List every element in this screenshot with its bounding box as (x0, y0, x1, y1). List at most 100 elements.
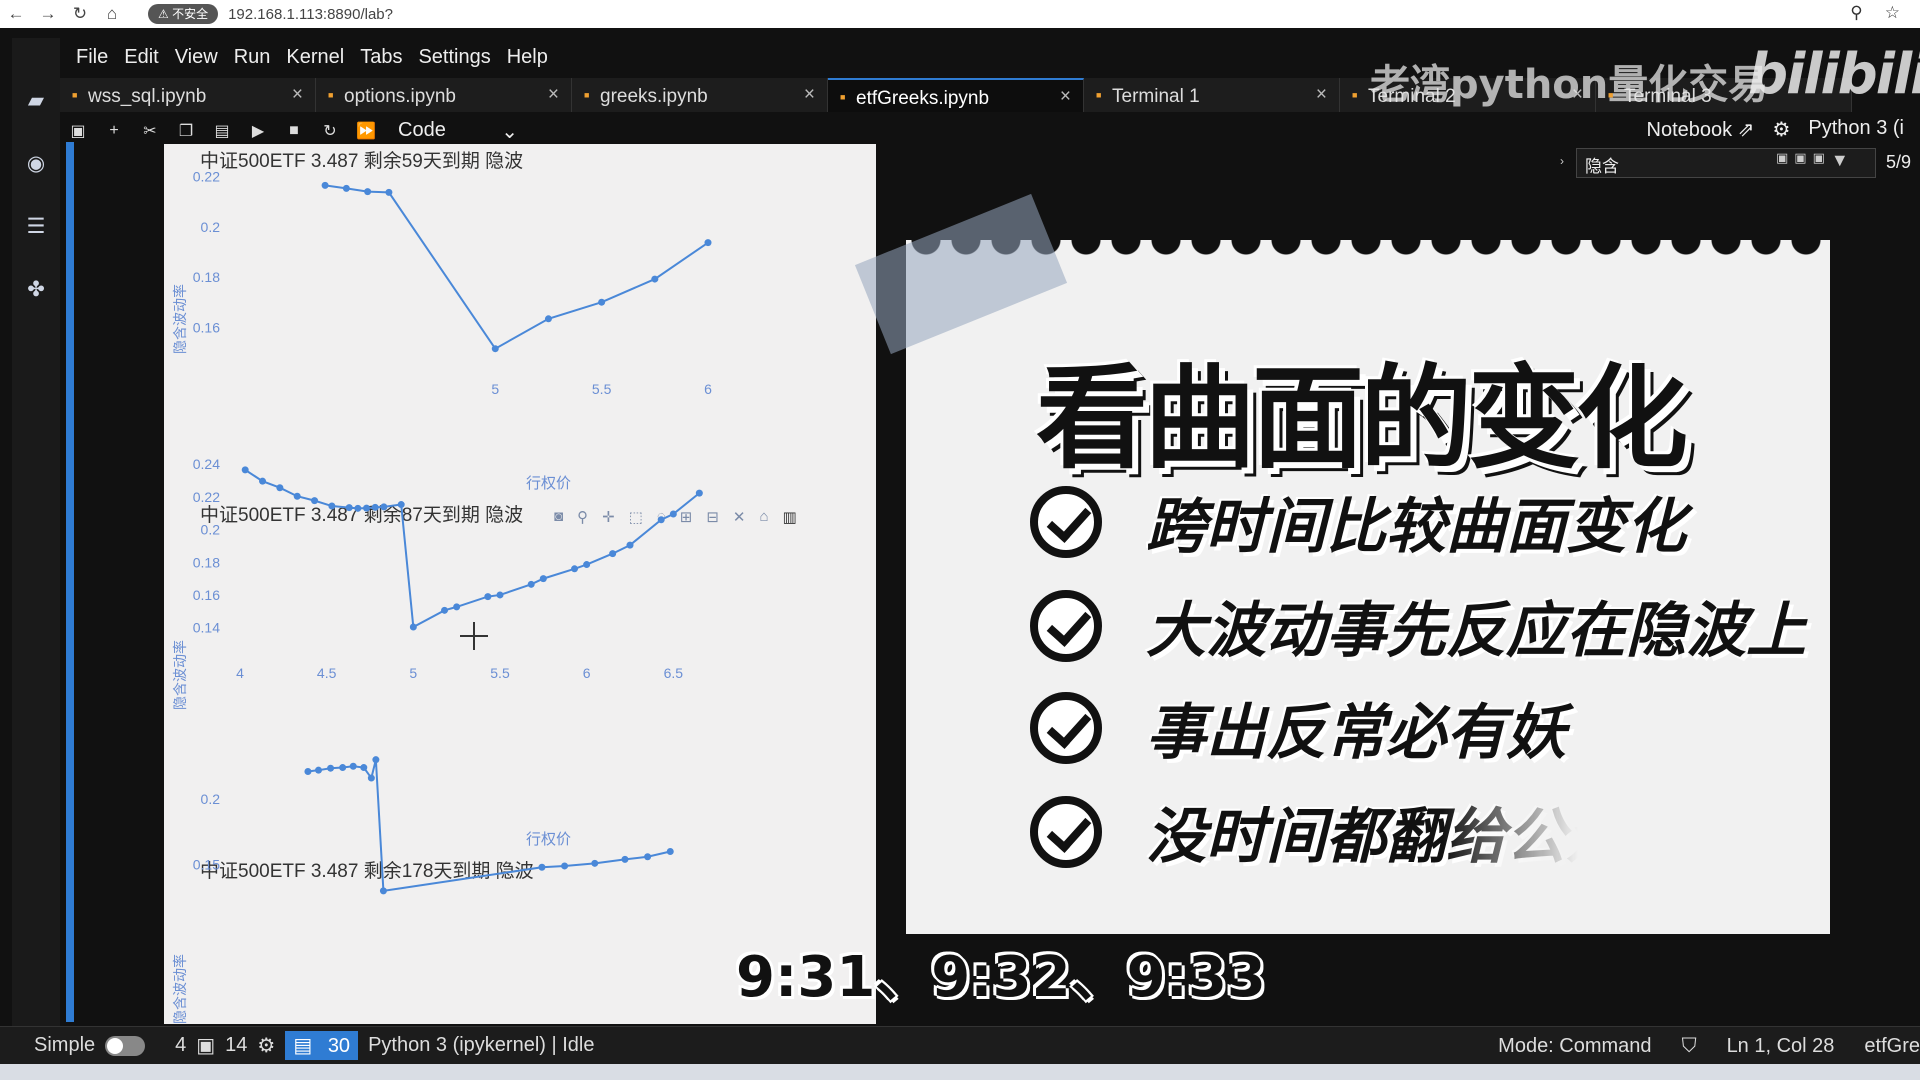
checkmark-icon (1030, 485, 1102, 558)
find-expand-icon[interactable]: › (1560, 154, 1564, 168)
checklist-text: 没时间都翻给公众号 (1146, 802, 1686, 872)
gear-icon: ⚙ (257, 1035, 276, 1057)
y-tick-label: 0.18 (193, 269, 220, 285)
cell-output: 中证500ETF 3.487 剩余59天到期 隐波 中证500ETF 3.487… (164, 144, 876, 1024)
copy-icon[interactable]: ❐ (168, 121, 204, 141)
notebook-icon: ■ (328, 90, 334, 100)
x-tick-label: 6.5 (664, 665, 684, 681)
x-tick-label: 5 (409, 665, 417, 681)
data-point (527, 580, 535, 588)
forward-icon[interactable]: → (32, 4, 64, 24)
data-point (539, 575, 547, 583)
cell-collapser[interactable] (66, 142, 74, 1022)
kernel-status[interactable]: Python 3 (ipykernel) | Idle (368, 1034, 594, 1057)
close-icon[interactable]: × (1316, 84, 1327, 106)
address-bar[interactable]: 192.168.1.113:8890/lab? (228, 6, 393, 23)
menu-view[interactable]: View (175, 46, 218, 69)
notebook-toolbar: ▣ + ✂ ❐ ▤ ▶ ■ ↻ ⏩ Code ⌄ Notebook ⇗ ⚙ Pyt… (60, 114, 1920, 148)
notebook-link[interactable]: Notebook ⇗ (1647, 117, 1755, 142)
cut-icon[interactable]: ✂ (132, 121, 168, 141)
menu-run[interactable]: Run (234, 46, 271, 69)
close-icon[interactable]: × (1060, 86, 1071, 108)
simple-mode-toggle[interactable] (105, 1035, 146, 1056)
data-point (609, 550, 617, 558)
cursor-position[interactable]: Ln 1, Col 28 (1727, 1035, 1835, 1058)
line-count-badge[interactable]: ▤ 30 (285, 1031, 359, 1060)
paste-icon[interactable]: ▤ (204, 121, 240, 141)
tab-greeks[interactable]: ■ greeks.ipynb × (572, 78, 828, 112)
data-point (372, 756, 380, 764)
close-icon[interactable]: × (292, 84, 303, 106)
menu-settings[interactable]: Settings (418, 46, 490, 69)
menu-help[interactable]: Help (507, 46, 548, 69)
data-point (371, 503, 379, 511)
extension-icon[interactable]: ✤ (27, 277, 45, 302)
run-icon[interactable]: ▶ (240, 121, 276, 141)
menu-kernel[interactable]: Kernel (286, 46, 344, 69)
close-icon[interactable]: × (804, 84, 815, 106)
toc-icon[interactable]: ☰ (27, 214, 46, 239)
fast-forward-icon[interactable]: ⏩ (348, 121, 384, 141)
shield-icon[interactable]: ⛉ (1682, 1035, 1697, 1058)
tab-etfgreeks[interactable]: ■ etfGreeks.ipynb × (828, 78, 1084, 112)
regex-icon[interactable]: ▣ (1776, 150, 1788, 171)
stop-icon[interactable]: ■ (276, 122, 312, 140)
data-point (276, 484, 284, 492)
cell-type-select[interactable]: Code ⌄ (398, 119, 518, 144)
terminal-icon: ■ (1096, 90, 1102, 100)
data-point (626, 541, 634, 549)
x-tick-label: 4 (236, 665, 244, 681)
line-count: 30 (327, 1035, 351, 1057)
data-point (349, 762, 357, 770)
menu-edit[interactable]: Edit (124, 46, 158, 69)
terminal-icon: ▣ (196, 1035, 216, 1057)
menu-file[interactable]: File (76, 46, 108, 69)
add-cell-icon[interactable]: + (96, 122, 132, 140)
terminal-icon: ■ (1352, 90, 1358, 100)
terminals-count[interactable]: 4 (175, 1034, 186, 1057)
running-icon[interactable]: ◉ (27, 151, 45, 176)
checkmark-icon (1030, 795, 1102, 868)
left-sidebar: ▰ ◉ ☰ ✤ (12, 38, 60, 1064)
tab-label: etfGreeks.ipynb (856, 88, 990, 109)
checklist-item: 跨时间比较曲面变化 (1030, 478, 1686, 565)
data-point (342, 184, 350, 192)
save-icon[interactable]: ▣ (60, 121, 96, 141)
restart-icon[interactable]: ↻ (312, 121, 348, 141)
match-case-icon[interactable]: ▣ (1794, 150, 1806, 171)
data-point (367, 774, 375, 782)
kernel-name[interactable]: Python 3 (i (1808, 117, 1904, 142)
data-point (241, 466, 249, 474)
menu-tabs[interactable]: Tabs (360, 46, 402, 69)
y-tick-label: 0.2 (201, 791, 221, 807)
folder-icon[interactable]: ▰ (28, 88, 44, 113)
kernels-count[interactable]: 14 (225, 1034, 247, 1057)
gear-icon[interactable]: ⚙ (1772, 117, 1790, 142)
checklist-item: 大波动事先反应在隐波上 (1030, 582, 1806, 669)
tab-label: options.ipynb (344, 86, 456, 107)
data-point (591, 859, 599, 867)
data-point (484, 593, 492, 601)
data-point (621, 855, 629, 863)
tab-label: Terminal 1 (1112, 86, 1200, 107)
filter-icon[interactable]: ▼ (1831, 150, 1849, 171)
data-point (360, 764, 368, 772)
x-tick-label: 5.5 (490, 665, 510, 681)
notebook-icon: ■ (72, 90, 78, 100)
bookmark-star-icon[interactable]: ☆ (1885, 3, 1900, 23)
zoom-icon[interactable]: ⚲ (1850, 3, 1862, 23)
x-tick-label: 6 (704, 381, 712, 397)
tab-options[interactable]: ■ options.ipynb × (316, 78, 572, 112)
x-tick-label: 6 (583, 665, 591, 681)
tab-wss-sql[interactable]: ■ wss_sql.ipynb × (60, 78, 316, 112)
data-point (380, 503, 388, 511)
back-icon[interactable]: ← (0, 4, 32, 24)
y-tick-label: 0.2 (201, 219, 221, 235)
security-badge[interactable]: ⚠ 不安全 (148, 4, 219, 24)
whole-word-icon[interactable]: ▣ (1813, 150, 1825, 171)
home-icon[interactable]: ⌂ (96, 4, 128, 24)
reload-icon[interactable]: ↻ (64, 4, 96, 24)
close-icon[interactable]: × (548, 84, 559, 106)
tab-terminal-1[interactable]: ■ Terminal 1 × (1084, 78, 1340, 112)
data-point (345, 504, 353, 512)
